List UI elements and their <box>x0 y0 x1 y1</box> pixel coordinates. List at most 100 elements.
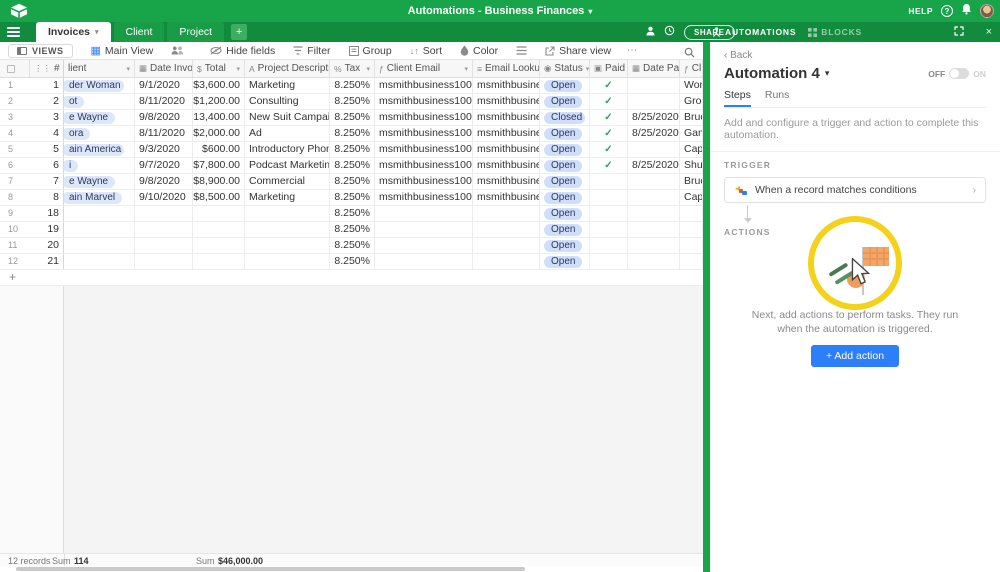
cell-client_email[interactable]: msmithbusiness100@gmail... <box>375 190 473 205</box>
cell-num[interactable]: 6 <box>30 158 64 173</box>
cell-status[interactable]: Open <box>540 78 590 93</box>
cell-client_email[interactable]: msmithbusiness100@gmail... <box>375 110 473 125</box>
group-button[interactable]: Group <box>348 45 392 57</box>
automations-panel-tab[interactable]: AUTOMATIONS <box>712 27 796 37</box>
cell-email_lookup[interactable]: msmithbusiness100@... <box>473 174 540 189</box>
cell-email_lookup[interactable] <box>473 222 540 237</box>
cell-client_name[interactable]: Gamo <box>680 126 703 141</box>
cell-total[interactable]: $2,000.00 <box>193 126 245 141</box>
row-height-button[interactable] <box>516 46 527 55</box>
cell-status[interactable]: Open <box>540 190 590 205</box>
cell-description[interactable]: New Suit Campaign <box>245 110 330 125</box>
question-icon[interactable]: ? <box>941 5 953 17</box>
cell-email_lookup[interactable]: msmithbusiness100@... <box>473 110 540 125</box>
cell-client[interactable]: i <box>64 158 135 173</box>
cell-status[interactable]: Open <box>540 254 590 269</box>
cell-status[interactable]: Open <box>540 94 590 109</box>
tab-runs[interactable]: Runs <box>765 89 790 107</box>
sum-total-value[interactable]: $46,000.00 <box>218 556 263 566</box>
cell-date_invoiced[interactable]: 8/11/2020 <box>135 94 193 109</box>
add-record-row[interactable]: + <box>0 270 703 286</box>
cell-date_invoiced[interactable]: 8/11/2020 <box>135 126 193 141</box>
share-view-button[interactable]: Share view <box>545 45 611 57</box>
cell-description[interactable]: Marketing <box>245 190 330 205</box>
cell-paid[interactable] <box>590 254 628 269</box>
cell-tax[interactable]: 8.250% <box>330 158 375 173</box>
select-all-checkbox[interactable] <box>7 64 15 73</box>
cell-rownum[interactable]: 12 <box>0 254 30 269</box>
cell-client[interactable] <box>64 222 135 237</box>
cell-rownum[interactable]: 11 <box>0 238 30 253</box>
cell-client[interactable] <box>64 206 135 221</box>
column-header-total[interactable]: $ Total ▾ <box>193 60 245 77</box>
cell-email_lookup[interactable]: msmithbusiness100@... <box>473 94 540 109</box>
blocks-panel-tab[interactable]: BLOCKS <box>808 27 862 37</box>
cell-email_lookup[interactable]: msmithbusiness100@... <box>473 142 540 157</box>
cell-client_email[interactable]: msmithbusiness100@gmail... <box>375 174 473 189</box>
cell-paid[interactable]: ✓ <box>590 126 628 141</box>
cell-description[interactable] <box>245 254 330 269</box>
cell-client[interactable] <box>64 254 135 269</box>
cell-client_name[interactable] <box>680 206 703 221</box>
cell-client_name[interactable]: Wond <box>680 78 703 93</box>
cell-date_invoiced[interactable] <box>135 254 193 269</box>
cell-date_invoiced[interactable] <box>135 206 193 221</box>
cell-client[interactable] <box>64 238 135 253</box>
cell-status[interactable]: Open <box>540 158 590 173</box>
cell-rownum[interactable]: 6 <box>0 158 30 173</box>
cell-tax[interactable]: 8.250% <box>330 238 375 253</box>
cell-tax[interactable]: 8.250% <box>330 206 375 221</box>
cell-paid[interactable]: ✓ <box>590 94 628 109</box>
cell-paid[interactable] <box>590 206 628 221</box>
cell-client_email[interactable] <box>375 254 473 269</box>
cell-rownum[interactable]: 3 <box>0 110 30 125</box>
cell-client_email[interactable] <box>375 206 473 221</box>
cell-date_paid[interactable]: 8/25/2020 <box>628 126 680 141</box>
cell-client_email[interactable]: msmithbusiness100@gmail... <box>375 158 473 173</box>
cell-description[interactable]: Podcast Marketing <box>245 158 330 173</box>
column-header-description[interactable]: AProject Description▾ <box>245 60 330 77</box>
cell-client_name[interactable]: Capta <box>680 142 703 157</box>
sum-num-label[interactable]: Sum <box>52 556 71 566</box>
cell-email_lookup[interactable] <box>473 254 540 269</box>
cell-date_paid[interactable] <box>628 174 680 189</box>
automation-toggle[interactable] <box>949 68 970 79</box>
cell-paid[interactable] <box>590 222 628 237</box>
cell-tax[interactable]: 8.250% <box>330 94 375 109</box>
cell-status[interactable]: Open <box>540 126 590 141</box>
cell-num[interactable]: 1 <box>30 78 64 93</box>
automation-title[interactable]: Automation 4 <box>724 65 820 82</box>
sort-button[interactable]: ↓↑ Sort <box>410 45 442 57</box>
tab-steps[interactable]: Steps <box>724 89 751 107</box>
expand-icon[interactable] <box>953 23 964 41</box>
cell-tax[interactable]: 8.250% <box>330 222 375 237</box>
cell-email_lookup[interactable] <box>473 206 540 221</box>
cell-rownum[interactable]: 7 <box>0 174 30 189</box>
cell-date_paid[interactable] <box>628 94 680 109</box>
column-header-num[interactable]: ⋮⋮#▾ <box>30 60 64 77</box>
cell-date_paid[interactable] <box>628 206 680 221</box>
column-header-client[interactable]: lient ▾ <box>64 60 135 77</box>
cell-email_lookup[interactable] <box>473 238 540 253</box>
cell-client_email[interactable] <box>375 238 473 253</box>
cell-paid[interactable]: ✓ <box>590 142 628 157</box>
cell-date_paid[interactable] <box>628 254 680 269</box>
column-header-rownum[interactable] <box>0 60 30 77</box>
cell-status[interactable]: Closed <box>540 110 590 125</box>
cell-tax[interactable]: 8.250% <box>330 78 375 93</box>
cell-total[interactable] <box>193 238 245 253</box>
column-header-date_invoiced[interactable]: ▦Date Invoiced▾ <box>135 60 193 77</box>
cell-client_email[interactable]: msmithbusiness100@gmail... <box>375 142 473 157</box>
cell-description[interactable] <box>245 238 330 253</box>
cell-client_email[interactable]: msmithbusiness100@gmail... <box>375 94 473 109</box>
cell-description[interactable]: Consulting <box>245 94 330 109</box>
cell-paid[interactable]: ✓ <box>590 78 628 93</box>
cell-num[interactable]: 5 <box>30 142 64 157</box>
cell-status[interactable]: Open <box>540 206 590 221</box>
view-switcher[interactable]: ▦ Main View <box>91 45 154 57</box>
column-header-tax[interactable]: % Tax ▾ <box>330 60 375 77</box>
cell-date_invoiced[interactable]: 9/3/2020 <box>135 142 193 157</box>
cell-num[interactable]: 19 <box>30 222 64 237</box>
cell-total[interactable] <box>193 206 245 221</box>
cell-client_email[interactable]: msmithbusiness100@gmail... <box>375 126 473 141</box>
